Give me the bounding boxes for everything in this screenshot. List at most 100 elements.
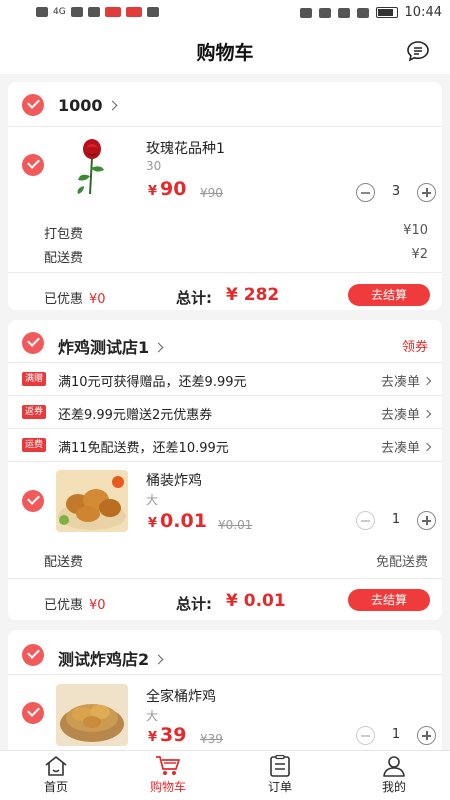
total-value: ¥ 282 — [226, 285, 280, 305]
message-notification-icon — [146, 7, 159, 17]
quantity-value: 1 — [391, 512, 401, 527]
alarm-icon — [337, 7, 350, 18]
product-name[interactable]: 全家桶炸鸡 — [146, 686, 216, 706]
divider — [8, 395, 442, 396]
bluetooth-icon — [356, 7, 369, 18]
delivery-fee-label: 配送费 — [44, 555, 84, 570]
battery-icon — [375, 7, 398, 18]
divider — [8, 126, 442, 127]
delivery-fee-value: 免配送费 — [375, 555, 428, 570]
chicken-basket-image[interactable] — [56, 684, 128, 746]
stock-notification-icon — [125, 7, 142, 17]
page-title: 购物车 — [196, 42, 254, 64]
wifi-icon — [87, 7, 100, 17]
promo-link[interactable]: 去凑单 — [381, 371, 432, 390]
total-value: ¥ 0.01 — [226, 591, 286, 611]
discount-info: 已优惠 ¥0 — [44, 292, 106, 307]
bottom-tab-bar: 首页 购物车 订单 我的 — [0, 750, 450, 800]
user-icon — [383, 756, 405, 777]
decrease-button[interactable] — [356, 726, 375, 745]
delivery-fee-label: 配送费 — [44, 251, 84, 266]
chevron-right-icon — [422, 442, 432, 452]
product-spec: 大 — [146, 709, 159, 723]
original-price: ¥0.01 — [218, 518, 253, 532]
item-checkbox[interactable] — [22, 154, 44, 176]
quantity-stepper: 1 — [356, 726, 436, 746]
shop-name[interactable]: 1000 — [58, 96, 117, 115]
product-price: ¥39 — [148, 724, 187, 746]
divider — [8, 362, 442, 363]
promo-tag: 返券 — [22, 405, 47, 419]
eye-icon — [299, 7, 312, 18]
product-spec: 30 — [146, 159, 162, 173]
chevron-right-icon — [422, 409, 432, 419]
quantity-value: 3 — [391, 184, 401, 199]
status-icons-right: 10:44 — [299, 5, 442, 20]
item-checkbox[interactable] — [22, 490, 44, 512]
original-price: ¥39 — [200, 732, 223, 746]
shop-name[interactable]: 测试炸鸡店2 — [58, 646, 164, 670]
nfc-icon — [318, 7, 331, 18]
shop-checkbox[interactable] — [22, 332, 44, 354]
get-coupon-button[interactable]: 领券 — [402, 336, 428, 355]
checkout-button[interactable]: 去结算 — [348, 589, 430, 611]
tab-home[interactable]: 首页 — [16, 755, 96, 799]
decrease-button[interactable] — [356, 183, 375, 202]
fried-chicken-image[interactable] — [56, 470, 128, 532]
status-bar: 4G 10:44 — [0, 0, 450, 28]
tab-profile[interactable]: 我的 — [354, 755, 434, 799]
increase-button[interactable] — [417, 511, 436, 530]
cart-icon — [156, 756, 180, 775]
quantity-value: 1 — [391, 727, 401, 742]
home-icon — [45, 756, 67, 776]
increase-button[interactable] — [417, 183, 436, 202]
delivery-fee-value: ¥2 — [411, 247, 428, 262]
product-name[interactable]: 桶装炸鸡 — [146, 470, 202, 490]
divider — [8, 578, 442, 579]
checkout-button[interactable]: 去结算 — [348, 284, 430, 306]
packing-fee-value: ¥10 — [403, 223, 428, 238]
tab-label: 我的 — [381, 780, 406, 794]
product-price: ¥90 — [148, 178, 187, 200]
promo-text: 还差9.99元赠送2元优惠券 — [58, 408, 213, 423]
product-name[interactable]: 玫瑰花品种1 — [146, 138, 225, 158]
promo-link[interactable]: 去凑单 — [381, 437, 432, 456]
shop-checkbox[interactable] — [22, 644, 44, 666]
signal-icon — [70, 7, 83, 17]
shop-card: 炸鸡测试店1 领券 满赠 满10元可获得赠品，还差9.99元 去凑单 返券 还差… — [8, 320, 442, 620]
divider — [8, 461, 442, 462]
decrease-button[interactable] — [356, 511, 375, 530]
tab-label: 首页 — [43, 780, 68, 794]
network-label: 4G — [53, 7, 66, 17]
order-icon — [270, 755, 290, 777]
tab-cart[interactable]: 购物车 — [128, 755, 208, 799]
shop-card: 1000 玫瑰花品种1 30 ¥90 ¥90 3 打包费 ¥10 配送费 ¥2 … — [8, 82, 442, 310]
discount-info: 已优惠 ¥0 — [44, 598, 106, 613]
shop-card: 测试炸鸡店2 全家桶炸鸡 大 ¥39 ¥39 1 — [8, 630, 442, 750]
promo-text: 满11免配送费，还差10.99元 — [58, 441, 229, 456]
shop-checkbox[interactable] — [22, 94, 44, 116]
increase-button[interactable] — [417, 726, 436, 745]
rose-image[interactable] — [56, 136, 128, 198]
chevron-right-icon — [422, 376, 432, 386]
product-spec: 大 — [146, 493, 159, 507]
divider — [8, 674, 442, 675]
shop-name[interactable]: 炸鸡测试店1 — [58, 334, 164, 358]
promo-tag: 运费 — [22, 438, 47, 452]
tab-label: 购物车 — [149, 780, 186, 794]
chat-icon — [407, 41, 429, 62]
product-price: ¥0.01 — [148, 510, 207, 532]
status-time: 10:44 — [404, 5, 442, 20]
divider — [8, 428, 442, 429]
original-price: ¥90 — [200, 186, 223, 200]
total-label: 总计: — [176, 595, 212, 613]
quantity-stepper: 1 — [356, 511, 436, 531]
item-checkbox[interactable] — [22, 702, 44, 724]
quantity-stepper: 3 — [356, 183, 436, 203]
tab-orders[interactable]: 订单 — [240, 755, 320, 799]
promo-link[interactable]: 去凑单 — [381, 404, 432, 423]
chevron-right-icon — [153, 342, 164, 353]
message-button[interactable] — [406, 40, 430, 62]
hd-icon — [36, 7, 48, 17]
cart-list[interactable]: 1000 玫瑰花品种1 30 ¥90 ¥90 3 打包费 ¥10 配送费 ¥2 … — [0, 74, 450, 750]
